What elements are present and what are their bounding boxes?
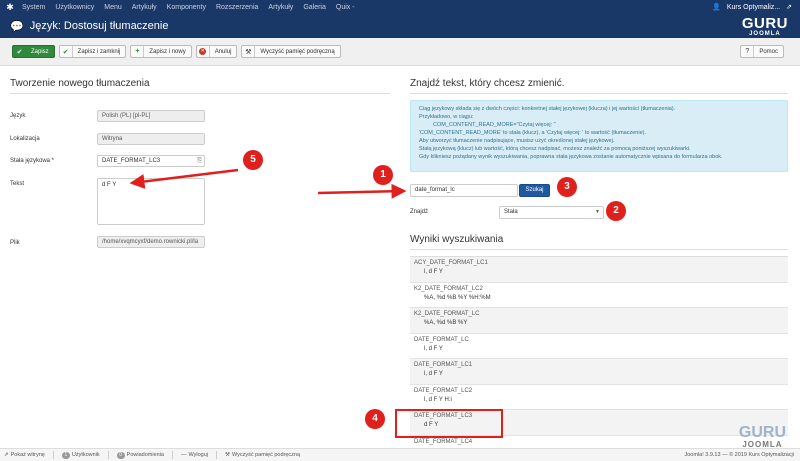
nav-system[interactable]: System (22, 4, 45, 11)
result-item[interactable]: DATE_FORMAT_LC2 l, d F Y H:i (410, 385, 788, 410)
annotation-badge-5: 5 (243, 150, 263, 170)
clear-cache-button[interactable]: ⚒ Wyczyść pamięć podręczną (241, 45, 341, 58)
result-item[interactable]: K2_DATE_FORMAT_LC2 %A, %d %B %Y %H:%M (410, 283, 788, 308)
save-close-button[interactable]: ✔ Zapisz i zamknij (58, 45, 127, 58)
language-label: Język (10, 113, 26, 119)
toolbar: ✔ Zapisz ✔ Zapisz i zamknij + Zapisz i n… (0, 38, 800, 66)
result-item[interactable]: K2_DATE_FORMAT_LC %A, %d %B %Y (410, 308, 788, 334)
question-icon: ? (741, 46, 755, 57)
version-info: Joomla! 3.9.13 — © 2019 Kurs Optymalizac… (684, 452, 794, 458)
divider (107, 451, 109, 459)
save-icon: ✔ (16, 48, 23, 56)
clipboard-icon[interactable]: ⎘ (197, 156, 202, 166)
save-new-button[interactable]: + Zapisz i nowy (130, 45, 192, 58)
info-box: Ciąg językowy składa się z dwóch części:… (410, 100, 788, 172)
search-button[interactable]: Szukaj (519, 184, 550, 197)
save-button[interactable]: ✔ Zapisz (12, 45, 55, 58)
nav-extensions[interactable]: Rozszerzenia (216, 4, 258, 11)
guru-joomla-logo: GURU JOOMLA (741, 15, 788, 37)
results-title: Wyniki wyszukiwania (410, 234, 504, 245)
annotation-badge-2: 2 (606, 201, 626, 221)
minus-icon: — (180, 452, 187, 458)
wrench-icon: ⚒ (242, 46, 256, 57)
result-item[interactable]: DATE_FORMAT_LC1 l, d F Y (410, 359, 788, 385)
search-input[interactable]: date_format_lc (410, 184, 518, 197)
nav-quix[interactable]: Quix - (336, 4, 355, 11)
clear-cache-link[interactable]: ⚒ Wyczyść pamięć podręczną (225, 452, 300, 458)
cancel-icon: ✕ (197, 46, 210, 57)
notifications-link[interactable]: 0 Powiadomienia (116, 451, 164, 459)
status-bar: ⇗ Pokaż witrynę 1 Użytkownik 0 Powiadomi… (0, 448, 800, 461)
nav-gallery[interactable]: Galeria (303, 4, 326, 11)
nav-articles[interactable]: Artykuły (268, 4, 293, 11)
nav-components[interactable]: Komponenty (167, 4, 206, 11)
file-label: Plik (10, 240, 20, 246)
users-link[interactable]: 1 Użytkownik (61, 451, 100, 459)
help-button[interactable]: ? Pomoc (740, 45, 784, 58)
view-site-link[interactable]: ⇗ Pokaż witrynę (4, 452, 45, 458)
info-line: Aby utworzyć tłumaczenie nadpisujące, mu… (419, 138, 615, 144)
text-label: Tekst (10, 181, 25, 187)
divider (216, 451, 217, 459)
users-count-badge: 1 (61, 451, 70, 459)
notifications-count-badge: 0 (116, 451, 125, 459)
annotation-badge-3: 3 (557, 177, 577, 197)
wrench-icon: ⚒ (225, 452, 230, 458)
comment-icon: 💬 (10, 20, 24, 33)
location-label: Lokalizacja (10, 136, 40, 142)
user-area: 👤 Kurs Optymaliz... ⇗ (706, 3, 792, 12)
result-item[interactable]: ACY_DATE_FORMAT_LC1 l, d F Y (410, 257, 788, 283)
site-name-link[interactable]: Kurs Optymaliz... (727, 4, 780, 11)
cancel-button[interactable]: ✕ Anuluj (195, 45, 238, 58)
guru-joomla-watermark: GURU JOOMLA (738, 424, 786, 449)
nav-users[interactable]: Użytkownicy (55, 4, 94, 11)
info-line: Stałą językową (klucz) lub wartość, któr… (419, 146, 691, 152)
result-item[interactable]: DATE_FORMAT_LC l, d F Y (410, 334, 788, 359)
divider (52, 451, 54, 459)
left-divider (10, 93, 390, 94)
user-icon[interactable]: 👤 (712, 3, 721, 11)
top-navbar: ✱ System Użytkownicy Menu Artykuły Kompo… (0, 0, 800, 14)
annotation-badge-1: 1 (373, 165, 393, 185)
left-section-title: Tworzenie nowego tłumaczenia (10, 78, 150, 89)
language-field: Polish (PL) [pl-PL] (97, 110, 205, 122)
location-field: Witryna (97, 133, 205, 145)
file-field: /home/xvqmcyxf/demo.rownicki.pl/la (97, 236, 205, 248)
check-icon: ✔ (60, 46, 73, 57)
page-header: 💬 Język: Dostosuj tłumaczenie (0, 14, 800, 38)
plus-icon: + (131, 46, 145, 57)
page-title: Język: Dostosuj tłumaczenie (29, 20, 169, 32)
info-line: Gdy klikniesz pożądany wynik wyszukiwani… (419, 154, 723, 160)
constant-field[interactable]: DATE_FORMAT_LC3 ⎘ (97, 155, 205, 167)
highlight-box (395, 409, 503, 438)
annotation-badge-4: 4 (365, 409, 385, 429)
info-line: Ciąg językowy składa się z dwóch części:… (419, 106, 676, 112)
constant-label: Stała językowa * (10, 158, 55, 164)
text-textarea[interactable]: d F Y (97, 178, 205, 225)
find-label: Znajdź (410, 209, 429, 215)
nav-content[interactable]: Artykuły (132, 4, 157, 11)
divider (171, 451, 173, 459)
joomla-logo-icon[interactable]: ✱ (4, 1, 16, 13)
right-section-title: Znajdź tekst, który chcesz zmienić. (410, 78, 565, 89)
find-select[interactable]: Stała ▼ (499, 206, 604, 219)
results-divider (410, 249, 788, 250)
external-link-icon[interactable]: ⇗ (786, 3, 792, 11)
external-link-icon: ⇗ (4, 452, 9, 458)
info-line: Przykładowo, w ciągu: (419, 114, 474, 120)
nav-menu[interactable]: Menu (104, 4, 122, 11)
info-line: 'COM_CONTENT_READ_MORE' to stała (klucz)… (419, 130, 647, 136)
right-divider (410, 93, 788, 94)
arrow-to-search (317, 183, 407, 199)
info-line: COM_CONTENT_READ_MORE="Czytaj więcej: " (433, 122, 556, 128)
logout-link[interactable]: — Wyloguj (181, 452, 208, 458)
chevron-down-icon: ▼ (595, 209, 600, 215)
